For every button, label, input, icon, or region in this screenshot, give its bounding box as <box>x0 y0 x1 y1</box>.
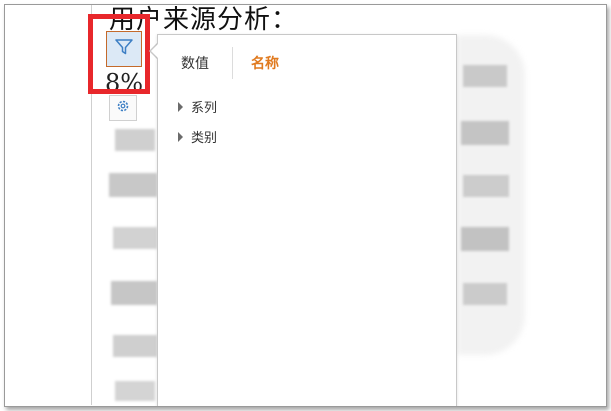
tree-item-category[interactable]: 类别 <box>178 127 217 146</box>
gear-icon <box>115 98 131 118</box>
panel-pointer-fill <box>151 44 158 58</box>
expand-triangle-icon <box>178 101 183 112</box>
tree-item-label: 系列 <box>191 101 218 116</box>
chart-filter-button[interactable] <box>106 31 142 67</box>
tab-names[interactable]: 名称 <box>251 53 279 73</box>
tab-values[interactable]: 数值 <box>181 53 209 73</box>
tab-divider <box>232 47 233 79</box>
tree-item-label: 类别 <box>191 131 218 146</box>
chart-filter-panel: 数值 名称 系列 类别 <box>157 34 457 406</box>
funnel-icon <box>114 37 134 61</box>
redacted-content-left <box>105 115 160 405</box>
tree-item-series[interactable]: 系列 <box>178 97 217 116</box>
expand-triangle-icon <box>178 131 183 142</box>
screenshot-frame: 用户来源分析： 8% 数值 名称 系列 类别 <box>4 4 607 407</box>
redacted-content-right-blocks <box>457 65 517 355</box>
chart-settings-button[interactable] <box>109 95 137 121</box>
